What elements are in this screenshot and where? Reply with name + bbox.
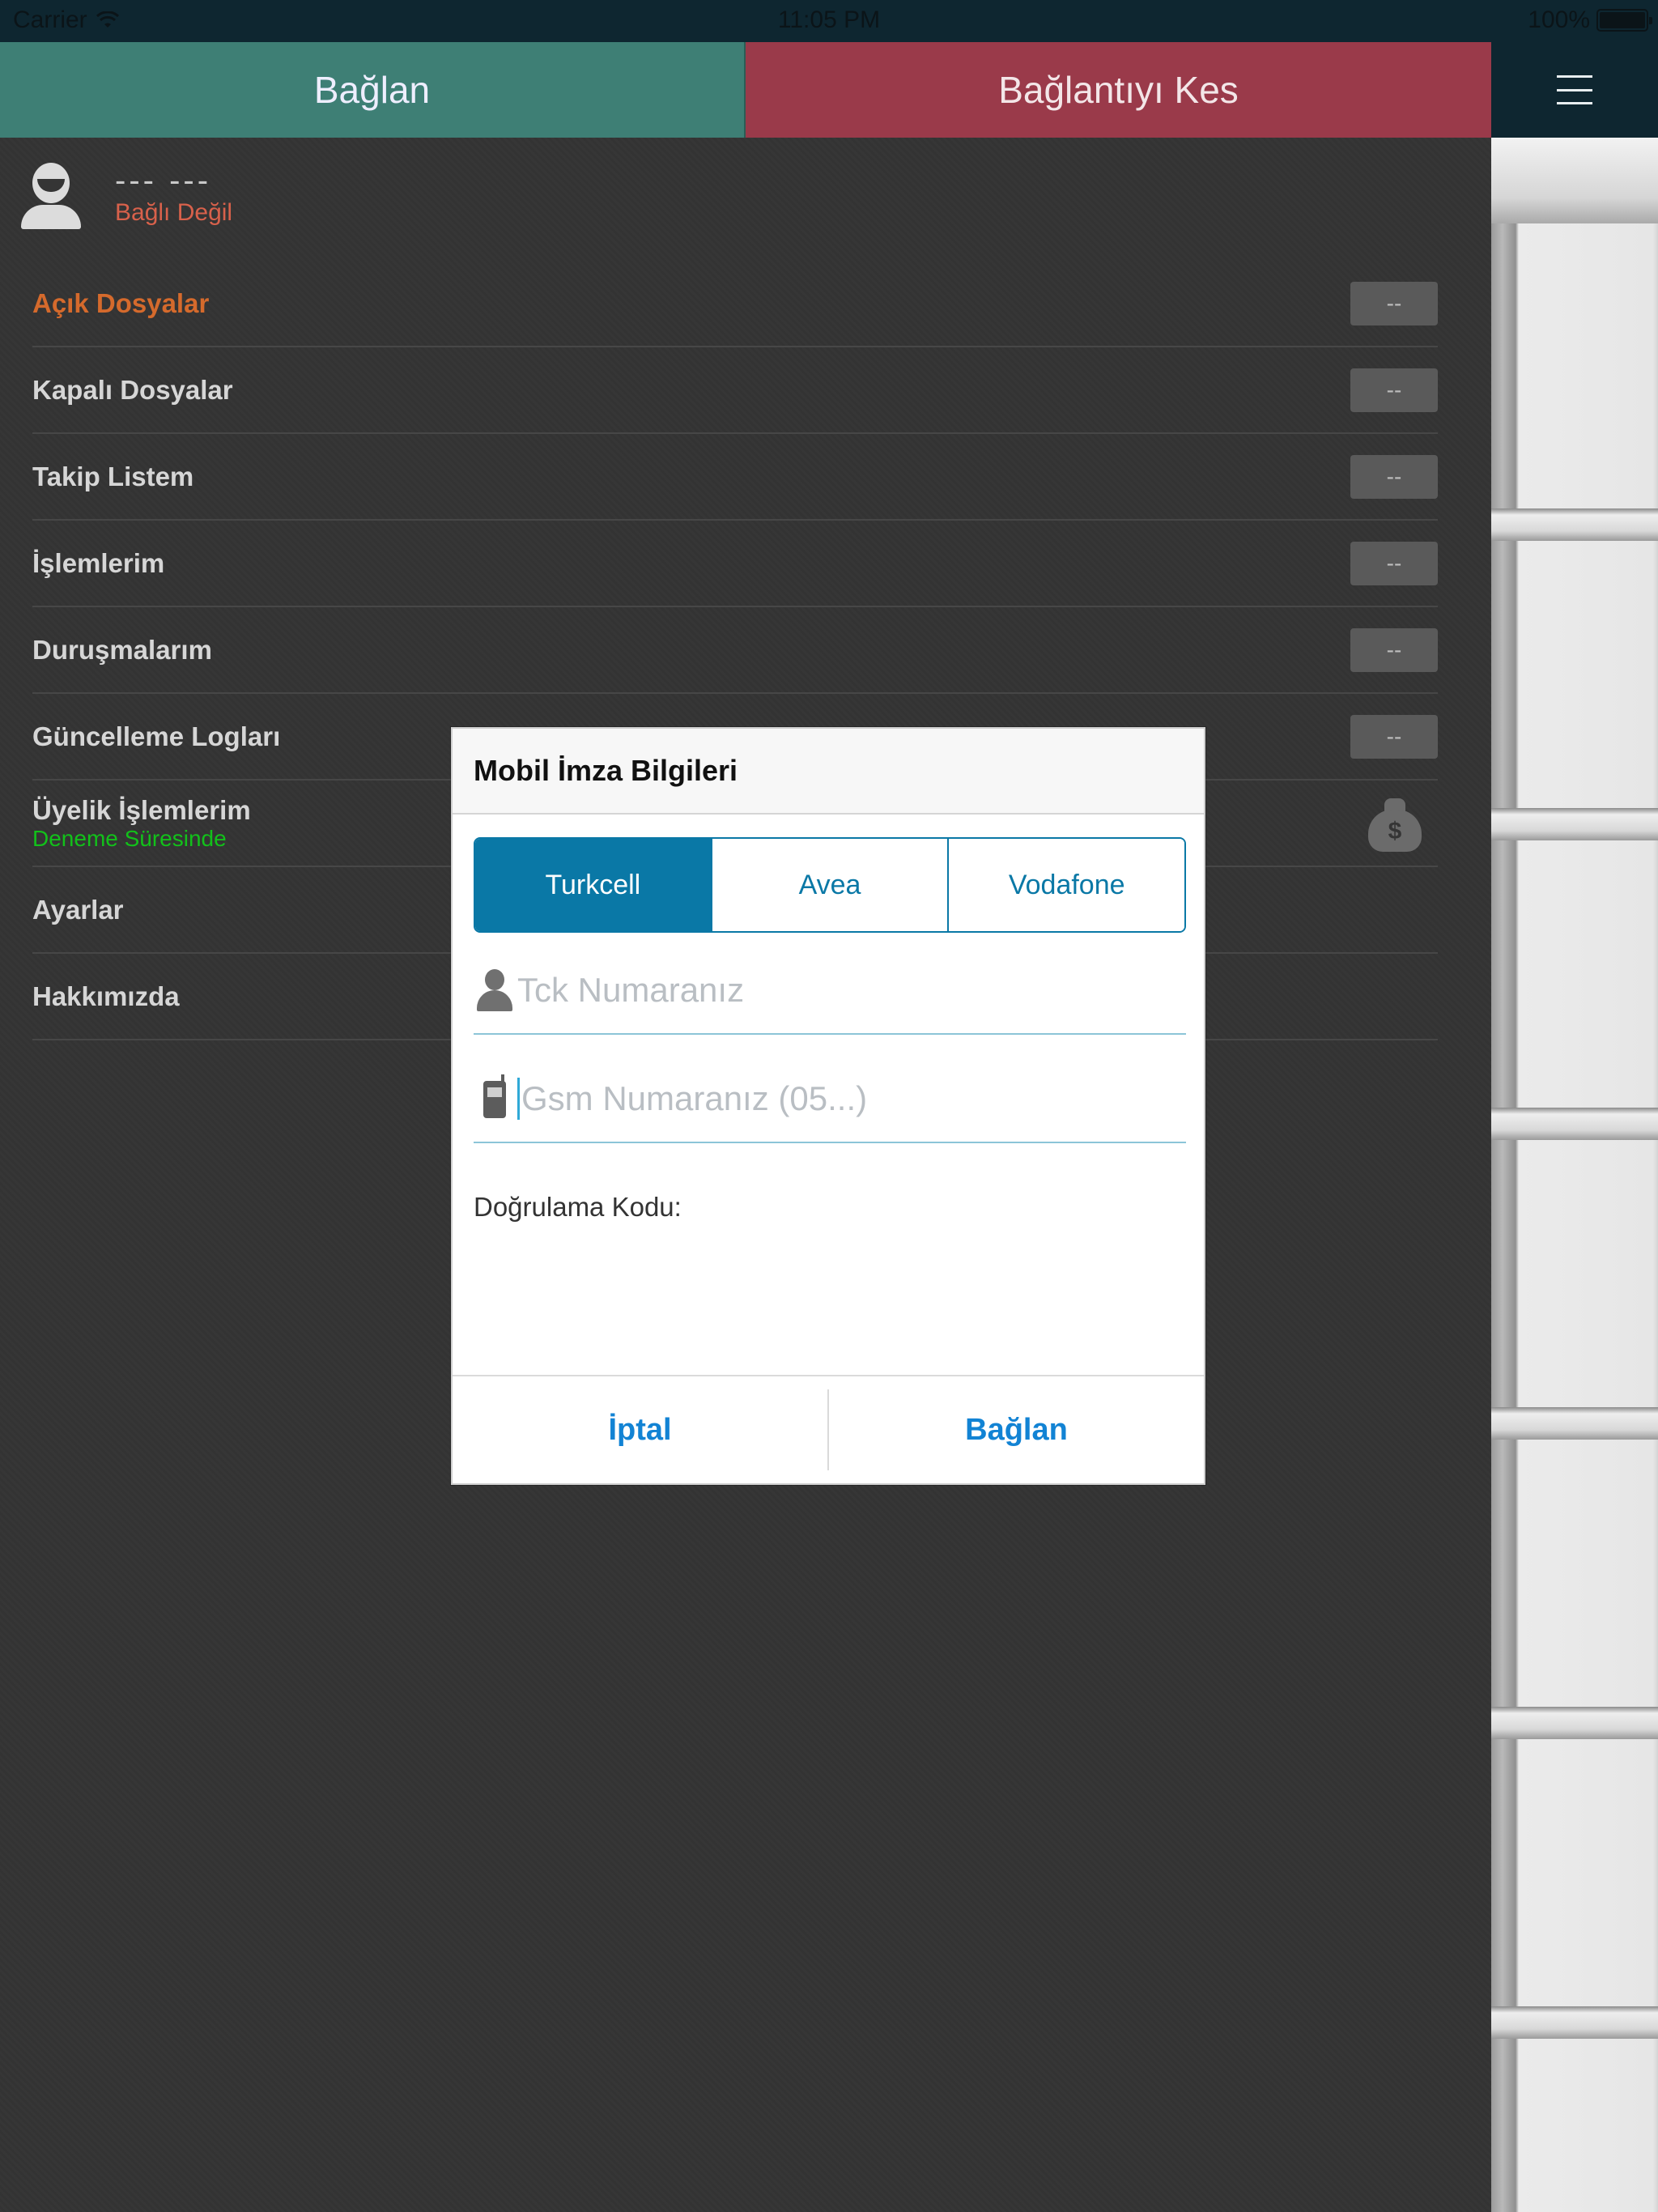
count-badge: --: [1350, 368, 1438, 412]
user-name: --- ---: [115, 163, 212, 198]
menu-item-label: Kapalı Dosyalar: [32, 374, 233, 405]
count-badge: --: [1350, 541, 1438, 585]
menu-item-label: Hakkımızda: [32, 981, 180, 1011]
dialog-actions: İptal Bağlan: [453, 1375, 1204, 1483]
count-badge: --: [1350, 454, 1438, 499]
menu-button[interactable]: [1491, 42, 1658, 138]
tck-input[interactable]: Tck Numaranız: [517, 971, 744, 1010]
menu-item-hearings[interactable]: Duruşmalarım --: [32, 607, 1438, 694]
battery-percent: 100%: [1528, 6, 1590, 33]
shelf-board: [1491, 1707, 1658, 1739]
money-bag-icon: $: [1367, 795, 1423, 852]
tck-field[interactable]: Tck Numaranız: [474, 947, 1186, 1035]
count-badge: --: [1350, 714, 1438, 759]
disconnect-button[interactable]: Bağlantıyı Kes: [746, 42, 1491, 138]
shelf-board: [1491, 1407, 1658, 1440]
clock: 11:05 PM: [777, 6, 881, 33]
menu-item-label: Duruşmalarım: [32, 634, 212, 665]
verification-code-label: Doğrulama Kodu:: [474, 1192, 682, 1222]
shelf-board: [1491, 508, 1658, 541]
operator-tab-vodafone[interactable]: Vodafone: [947, 839, 1184, 931]
dialog-title: Mobil İmza Bilgileri: [453, 729, 1204, 815]
shelf-board: [1491, 1108, 1658, 1140]
menu-item-label: Üyelik İşlemlerim: [32, 794, 251, 825]
menu-item-watch-list[interactable]: Takip Listem --: [32, 434, 1438, 521]
user-info: --- --- Bağlı Değil: [19, 159, 232, 232]
operator-tab-avea[interactable]: Avea: [710, 839, 948, 931]
gsm-field[interactable]: Gsm Numaranız (05...): [474, 1056, 1186, 1143]
menu-item-label: Açık Dosyalar: [32, 287, 210, 318]
top-bar: Bağlan Bağlantıyı Kes: [0, 42, 1658, 138]
text-cursor: [517, 1078, 520, 1120]
menu-item-open-files[interactable]: Açık Dosyalar --: [32, 261, 1438, 347]
menu-item-label: Ayarlar: [32, 894, 124, 925]
avatar-icon: [19, 163, 83, 229]
cancel-button[interactable]: İptal: [453, 1376, 827, 1483]
connect-button[interactable]: Bağlan: [0, 42, 746, 138]
count-badge: --: [1350, 627, 1438, 672]
menu-item-label: Güncelleme Logları: [32, 721, 281, 751]
hamburger-icon: [1557, 75, 1592, 104]
menu-item-label: Takip Listem: [32, 461, 194, 491]
gsm-input[interactable]: Gsm Numaranız (05...): [521, 1079, 867, 1118]
battery-status: 100%: [1528, 6, 1652, 34]
operator-selector: Turkcell Avea Vodafone: [474, 837, 1186, 933]
battery-icon: [1596, 9, 1652, 32]
count-badge: --: [1350, 281, 1438, 325]
person-icon: [474, 966, 516, 1015]
bookshelf-background: [1491, 138, 1658, 2212]
menu-item-closed-files[interactable]: Kapalı Dosyalar --: [32, 347, 1438, 434]
dialog-connect-button[interactable]: Bağlan: [827, 1389, 1204, 1470]
connection-status: Bağlı Değil: [115, 199, 233, 226]
mobile-signature-dialog: Mobil İmza Bilgileri Turkcell Avea Vodaf…: [451, 727, 1205, 1485]
trial-status: Deneme Süresinde: [32, 825, 227, 851]
shelf-top: [1491, 138, 1658, 223]
menu-item-transactions[interactable]: İşlemlerim --: [32, 521, 1438, 607]
menu-item-label: İşlemlerim: [32, 547, 165, 578]
status-bar: Carrier 11:05 PM 100%: [0, 0, 1658, 42]
shelf-board: [1491, 2006, 1658, 2039]
shelf-board: [1491, 808, 1658, 840]
mobile-phone-icon: [474, 1074, 516, 1123]
operator-tab-turkcell[interactable]: Turkcell: [475, 839, 711, 931]
